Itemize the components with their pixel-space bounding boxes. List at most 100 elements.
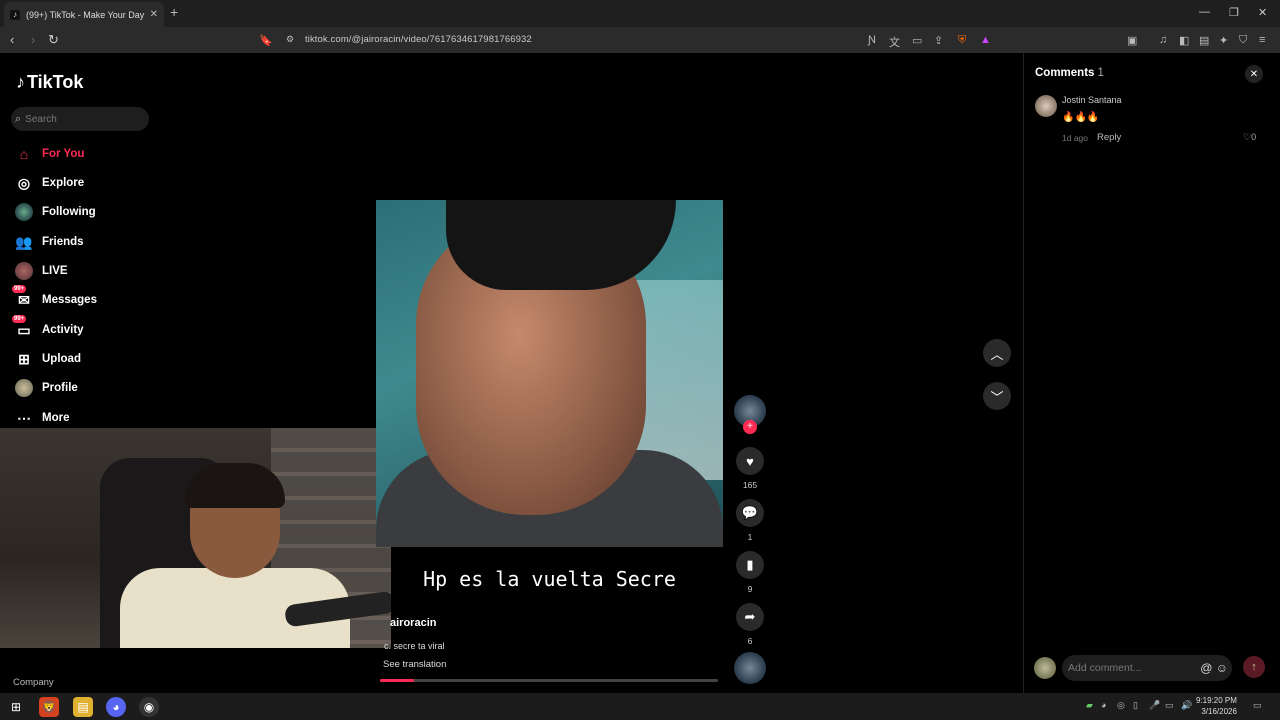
browser-toolbar: ‹ › ↻ 🔖 ⚙ tiktok.com/@jairoracin/video/7…	[0, 27, 1280, 53]
brave-shield-icon[interactable]: ⛨	[958, 34, 966, 47]
leo-ai-icon[interactable]: ✦	[1219, 34, 1228, 47]
clock-date: 3/16/2026	[1201, 707, 1237, 716]
mention-icon[interactable]: @	[1200, 661, 1212, 675]
bookmark-icon[interactable]: 🔖	[259, 34, 273, 47]
mic-tray-icon[interactable]: 🎤	[1149, 700, 1160, 711]
network-tray-icon[interactable]: ▭	[1165, 700, 1174, 711]
file-explorer-icon[interactable]: ▤	[73, 697, 93, 717]
no-tracking-icon[interactable]: Ɲ	[868, 34, 876, 46]
comment-reply-button[interactable]: Reply	[1097, 132, 1121, 143]
share-arrow-icon: ➦	[736, 603, 764, 631]
next-video-button[interactable]: ﹀	[983, 382, 1011, 410]
see-translation-link[interactable]: See translation	[383, 659, 446, 670]
add-comment-placeholder: Add comment...	[1068, 662, 1142, 674]
video-progress-bar[interactable]	[380, 679, 718, 682]
friends-icon: 👥	[15, 233, 33, 250]
forward-icon[interactable]: ›	[31, 32, 35, 47]
browser-tab-bar: ♪ (99+) TikTok - Make Your Day ✕ + — ❐ ✕	[0, 0, 1280, 27]
search-input[interactable]: ⌕ Search	[11, 107, 149, 131]
browser-tab[interactable]: ♪ (99+) TikTok - Make Your Day ✕	[4, 2, 164, 27]
search-placeholder: Search	[25, 113, 57, 125]
discord-tray-icon[interactable]: ◕	[1101, 700, 1106, 710]
comment-button[interactable]: 💬 1	[736, 499, 764, 542]
rewards-icon[interactable]: ▲	[980, 34, 991, 46]
music-disc[interactable]	[734, 652, 766, 684]
creator-avatar[interactable]: +	[734, 395, 766, 434]
battery-tray-icon[interactable]: ▯	[1133, 700, 1138, 711]
sidebar-item-messages[interactable]: ✉ 99+ Messages	[12, 285, 97, 310]
share-button[interactable]: ➦ 6	[736, 603, 764, 646]
sidebar-item-live[interactable]: LIVE	[14, 261, 68, 281]
discord-icon[interactable]: ◕	[106, 697, 126, 717]
window-close-button[interactable]: ✕	[1258, 6, 1267, 19]
tiktok-favicon-icon: ♪	[10, 9, 20, 20]
sidebar-item-friends[interactable]: 👥 Friends	[14, 232, 84, 252]
wallet-icon[interactable]: ▤	[1199, 34, 1209, 47]
site-info-icon[interactable]: ⚙	[286, 34, 294, 45]
sidebar-item-label: LIVE	[42, 265, 68, 277]
steam-tray-icon[interactable]: ◎	[1117, 700, 1125, 711]
share-icon[interactable]: ⇪	[934, 34, 943, 47]
tab-close-icon[interactable]: ✕	[150, 9, 158, 20]
sidebar-item-more[interactable]: ⋯ More	[14, 408, 69, 428]
back-icon[interactable]: ‹	[10, 32, 14, 47]
comments-title: Comments 1	[1035, 67, 1104, 79]
emoji-icon[interactable]: ☺	[1216, 661, 1228, 675]
comment-time: 1d ago	[1062, 133, 1088, 143]
nvidia-tray-icon[interactable]: ▰	[1086, 700, 1093, 711]
upload-icon: ⊞	[18, 350, 30, 367]
follow-button[interactable]: +	[743, 420, 757, 434]
user-avatar	[1034, 657, 1056, 679]
comment-like-button[interactable]: ♡0	[1243, 132, 1256, 143]
media-icon[interactable]: ♫	[1159, 34, 1167, 46]
chevron-down-icon: ﹀	[990, 389, 1004, 405]
comment-count: 1	[747, 532, 753, 542]
reload-icon[interactable]: ↻	[48, 32, 59, 48]
cast-icon[interactable]: ▭	[912, 34, 922, 47]
heart-outline-icon: ♡	[1243, 132, 1252, 142]
sidebar-item-label: Friends	[42, 236, 84, 248]
close-icon: ✕	[1249, 68, 1259, 80]
sidebar-item-for-you[interactable]: ⌂ For You	[14, 144, 85, 164]
live-icon	[14, 261, 34, 281]
video-player[interactable]	[376, 200, 723, 547]
windows-start-icon[interactable]: ⊞	[6, 697, 26, 717]
taskbar-clock[interactable]: 9:19:20 PM 3/16/2026	[1196, 695, 1237, 717]
comments-panel: Comments 1 ✕ Jostin Santana 🔥🔥🔥 1d ago Re…	[1023, 53, 1280, 693]
sidebar-item-activity[interactable]: ▭ 99+ Activity	[12, 315, 84, 340]
sidebar-item-following[interactable]: Following	[14, 202, 96, 222]
translate-icon[interactable]: 文	[889, 34, 900, 50]
comment-username[interactable]: Jostin Santana	[1062, 95, 1122, 105]
sidebar-item-profile[interactable]: Profile	[14, 378, 78, 398]
clock-time: 9:19:20 PM	[1196, 696, 1237, 705]
vpn-icon[interactable]: ⛉	[1239, 34, 1247, 47]
notification-icon[interactable]: ▭	[1253, 700, 1262, 711]
obs-icon[interactable]: ◉	[139, 697, 159, 717]
save-count: 9	[747, 584, 753, 594]
video-caption: Hp es la vuelta Secre	[423, 567, 676, 591]
tiktok-logo[interactable]: ♪ TikTok	[16, 72, 83, 93]
menu-icon[interactable]: ≡	[1259, 34, 1265, 46]
close-comments-button[interactable]: ✕	[1245, 65, 1263, 83]
like-button[interactable]: ♥ 165	[736, 447, 764, 490]
address-input[interactable]: tiktok.com/@jairoracin/video/76176346179…	[305, 34, 532, 45]
save-button[interactable]: ▮ 9	[736, 551, 764, 594]
comment-text: 🔥🔥🔥	[1062, 112, 1100, 123]
reader-icon[interactable]: ▣	[1127, 34, 1137, 47]
sidebar-item-explore[interactable]: ◎ Explore	[14, 173, 84, 193]
comment-avatar[interactable]	[1035, 95, 1057, 117]
new-tab-button[interactable]: +	[170, 4, 178, 20]
video-description: c. secre ta viral	[384, 641, 445, 651]
previous-video-button[interactable]: ︿	[983, 339, 1011, 367]
video-author[interactable]: airoracin	[390, 617, 436, 629]
sidebar-toggle-icon[interactable]: ◧	[1179, 34, 1189, 47]
sidebar-item-upload[interactable]: ⊞ Upload	[14, 349, 81, 369]
volume-tray-icon[interactable]: 🔊	[1181, 700, 1192, 711]
restore-button[interactable]: ❐	[1229, 6, 1239, 19]
tiktok-note-icon: ♪	[16, 72, 25, 92]
post-comment-button[interactable]: ↑	[1243, 656, 1265, 678]
minimize-button[interactable]: —	[1199, 6, 1210, 18]
add-comment-input[interactable]: Add comment... @ ☺	[1062, 655, 1232, 681]
footer-company-link[interactable]: Company	[13, 677, 54, 688]
brave-browser-icon[interactable]: 🦁	[39, 697, 59, 717]
